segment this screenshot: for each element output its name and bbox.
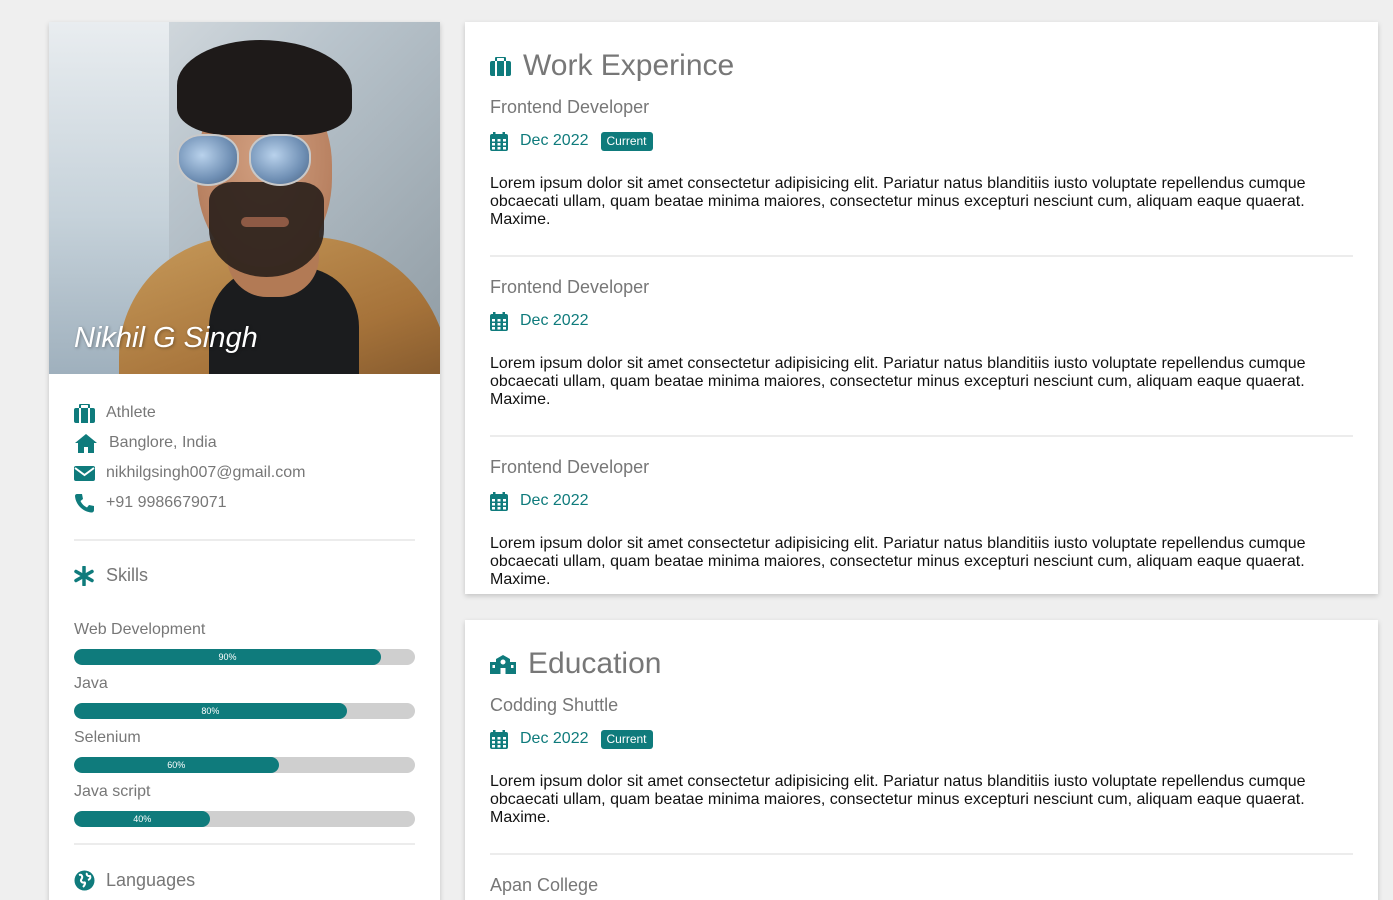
resume-page: Nikhil G Singh Athlete Banglore, India n… <box>0 0 1393 900</box>
work-entry: Frontend Developer Dec 2022 Current Lore… <box>490 97 1353 257</box>
skill-progress-bar: 90% <box>74 649 415 665</box>
entry-date: Dec 2022 <box>520 132 589 149</box>
divider <box>74 539 415 541</box>
entry-description: Lorem ipsum dolor sit amet consectetur a… <box>490 355 1306 408</box>
work-entry: Frontend Developer Dec 2022 Lorem ipsum … <box>490 277 1353 437</box>
education-panel: Education Codding Shuttle Dec 2022 Curre… <box>465 620 1378 900</box>
home-icon <box>74 433 106 453</box>
education-heading-text: Education <box>528 647 662 680</box>
briefcase-icon <box>74 403 106 423</box>
skill-progress-fill: 90% <box>74 649 381 665</box>
phone-row: +91 9986679071 <box>74 488 415 518</box>
skill-item: Selenium 60% <box>74 729 415 773</box>
work-heading-text: Work Experince <box>523 49 735 82</box>
entry-divider <box>490 435 1353 437</box>
entry-title: Apan College <box>490 875 599 895</box>
occupation-row: Athlete <box>74 398 415 428</box>
occupation-text: Athlete <box>106 404 156 421</box>
skill-progress-bar: 60% <box>74 757 415 773</box>
current-badge: Current <box>600 729 653 749</box>
current-badge: Current <box>600 131 653 151</box>
entry-date: Dec 2022 <box>520 492 589 509</box>
education-entry: Apan College <box>490 875 1353 897</box>
languages-heading: Languages <box>74 870 415 891</box>
calendar-icon <box>490 311 520 331</box>
entry-description: Lorem ipsum dolor sit amet consectetur a… <box>490 535 1306 588</box>
skill-progress-fill: 60% <box>74 757 279 773</box>
education-entry: Codding Shuttle Dec 2022 Current Lorem i… <box>490 695 1353 855</box>
globe-icon <box>74 870 106 891</box>
skill-label: Web Development <box>74 621 206 638</box>
entry-date-row: Dec 2022 <box>490 310 1353 332</box>
skill-progress-fill: 40% <box>74 811 211 827</box>
skill-item: Java script 40% <box>74 783 415 827</box>
education-heading: Education <box>490 644 1353 684</box>
contact-info: Athlete Banglore, India nikhilgsingh007@… <box>49 374 440 891</box>
work-experience-panel: Work Experince Frontend Developer Dec 20… <box>465 22 1378 594</box>
skill-item: Web Development 90% <box>74 621 415 665</box>
entry-date-row: Dec 2022 Current <box>490 130 1353 152</box>
entry-title: Frontend Developer <box>490 277 650 297</box>
skill-progress-fill: 80% <box>74 703 347 719</box>
skills-list: Web Development 90% Java 80% Selenium 60… <box>74 621 415 827</box>
calendar-icon <box>490 729 520 749</box>
languages-heading-text: Languages <box>106 870 196 890</box>
calendar-icon <box>490 131 520 151</box>
entry-divider <box>490 853 1353 855</box>
location-row: Banglore, India <box>74 428 415 458</box>
entry-date: Dec 2022 <box>520 312 589 329</box>
entry-description: Lorem ipsum dolor sit amet consectetur a… <box>490 773 1306 826</box>
work-heading: Work Experince <box>490 46 1353 86</box>
email-link[interactable]: nikhilgsingh007@gmail.com <box>106 464 305 482</box>
calendar-icon <box>490 491 520 511</box>
profile-photo: Nikhil G Singh <box>49 22 440 374</box>
skill-item: Java 80% <box>74 675 415 719</box>
skill-label: Java <box>74 675 108 692</box>
briefcase-icon <box>490 56 523 76</box>
skills-heading: Skills <box>74 565 415 586</box>
envelope-icon <box>74 465 106 481</box>
skill-progress-bar: 80% <box>74 703 415 719</box>
phone-icon <box>74 493 106 513</box>
school-icon <box>490 654 523 674</box>
profile-name: Nikhil G Singh <box>74 322 258 354</box>
skills-heading-text: Skills <box>106 565 149 585</box>
entry-divider <box>490 255 1353 257</box>
entry-date-row: Dec 2022 <box>490 490 1353 512</box>
entry-title: Frontend Developer <box>490 97 650 117</box>
work-entry: Frontend Developer Dec 2022 Lorem ipsum … <box>490 457 1353 589</box>
entry-title: Codding Shuttle <box>490 695 619 715</box>
location-text: Banglore, India <box>109 434 217 451</box>
entry-description: Lorem ipsum dolor sit amet consectetur a… <box>490 175 1306 228</box>
entry-date-row: Dec 2022 Current <box>490 728 1353 750</box>
profile-card: Nikhil G Singh Athlete Banglore, India n… <box>49 22 440 900</box>
phone-text: +91 9986679071 <box>106 494 227 511</box>
email-row: nikhilgsingh007@gmail.com <box>74 458 415 488</box>
divider <box>74 843 415 845</box>
skill-label: Java script <box>74 783 151 800</box>
skill-progress-bar: 40% <box>74 811 415 827</box>
entry-title: Frontend Developer <box>490 457 650 477</box>
asterisk-icon <box>74 565 106 586</box>
skill-label: Selenium <box>74 729 141 746</box>
entry-date: Dec 2022 <box>520 730 589 747</box>
